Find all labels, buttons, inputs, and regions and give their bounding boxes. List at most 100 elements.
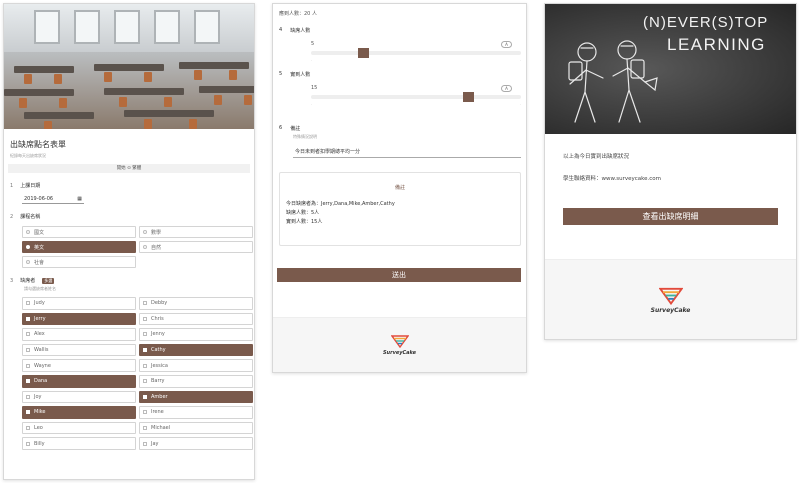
classroom-hero-image xyxy=(4,4,254,129)
calendar-icon[interactable]: ▦ xyxy=(77,196,82,202)
absent-count-track[interactable] xyxy=(311,51,521,55)
absentee-option[interactable]: Debby xyxy=(139,297,253,310)
absentee-option[interactable]: Jenny xyxy=(139,328,253,341)
absentee-option[interactable]: Billy xyxy=(22,437,136,450)
present-count-value: 15 xyxy=(311,85,318,91)
absentee-option[interactable]: Judy xyxy=(22,297,136,310)
course-option[interactable]: 社會 xyxy=(22,256,136,268)
checkbox-icon[interactable] xyxy=(143,348,147,353)
language-selector[interactable]: 開始 ⊙ 繁體 xyxy=(8,164,250,173)
absentee-option-label: Michael xyxy=(151,425,171,432)
checkbox-icon[interactable] xyxy=(143,316,147,321)
absentee-option-label: Alex xyxy=(34,331,45,338)
radio-icon[interactable] xyxy=(143,245,147,249)
remark-label: 備註 xyxy=(290,126,301,132)
absentee-option[interactable]: Irene xyxy=(139,406,253,419)
footer: SurveyCake xyxy=(545,259,796,339)
absentee-option[interactable]: Amber xyxy=(139,390,253,404)
checkbox-icon[interactable] xyxy=(143,441,147,446)
course-option-label: 數學 xyxy=(151,229,162,236)
checkbox-icon[interactable] xyxy=(26,348,30,353)
checkbox-icon[interactable] xyxy=(143,301,147,306)
course-options: 國文 數學英文 自然社會 xyxy=(22,226,253,268)
checkbox-icon[interactable] xyxy=(143,426,147,431)
course-option[interactable]: 國文 xyxy=(22,226,136,238)
result-message: 以上為今日實到出缺席狀況 xyxy=(563,154,630,160)
checkbox-icon[interactable] xyxy=(143,332,147,337)
course-option[interactable]: 自然 xyxy=(139,241,253,253)
absentee-option-label: Chris xyxy=(151,315,164,322)
absentee-option[interactable]: Jay xyxy=(139,437,253,450)
surveycake-logo-icon xyxy=(658,287,683,305)
course-option[interactable]: 英文 xyxy=(22,241,136,253)
checkbox-icon[interactable] xyxy=(26,332,30,337)
brand-name: SurveyCake xyxy=(382,350,417,356)
date-input[interactable]: 2019-06-06 ▦ xyxy=(22,195,84,204)
absentee-option-label: Jerry xyxy=(34,315,46,322)
present-count-bubble: A xyxy=(501,85,512,92)
course-option-label: 社會 xyxy=(34,259,45,266)
remark-question: 6 備註 xyxy=(279,125,301,132)
absent-count-value: 5 xyxy=(311,41,315,47)
absentee-option-label: Cathy xyxy=(151,347,166,354)
absentee-option[interactable]: Barry xyxy=(139,374,253,388)
checkbox-icon[interactable] xyxy=(26,316,30,321)
checkbox-icon[interactable] xyxy=(26,363,30,368)
brand-name: SurveyCake xyxy=(650,306,691,314)
checkbox-icon[interactable] xyxy=(143,410,147,415)
summary-present-count: 實到人數：15人 xyxy=(286,219,323,225)
course-option-label: 國文 xyxy=(34,229,45,236)
absentee-option[interactable]: Cathy xyxy=(139,343,253,357)
absentee-option[interactable]: Leo xyxy=(22,421,136,435)
radio-icon[interactable] xyxy=(26,260,30,264)
view-details-button[interactable]: 查看出缺席明細 xyxy=(563,208,778,225)
absent-count-thumb[interactable] xyxy=(358,48,369,58)
absentee-option[interactable]: Wayne xyxy=(22,359,136,372)
absentee-option-label: Barry xyxy=(151,378,165,385)
present-count-thumb[interactable] xyxy=(463,92,474,102)
checkbox-icon[interactable] xyxy=(26,426,30,431)
radio-icon[interactable] xyxy=(143,230,147,234)
absentee-option[interactable]: Jerry xyxy=(22,312,136,326)
absentee-option-label: Jenny xyxy=(151,331,165,338)
attendance-form-panel-2: 應到人數：20 人 4 缺席人數 5 A · · 5 實到人數 15 A · · 6 備註… xyxy=(272,3,527,373)
absentee-option[interactable]: Jessica xyxy=(139,359,253,372)
radio-icon[interactable] xyxy=(26,230,30,234)
absentee-option[interactable]: Mike xyxy=(22,406,136,419)
result-panel: (N)EVER(S)TOP LEARNING 以上為今日實到出缺席狀況 學生聯絡… xyxy=(544,3,797,340)
checkbox-icon[interactable] xyxy=(26,301,30,306)
checkbox-icon[interactable] xyxy=(143,394,147,399)
course-option-label: 英文 xyxy=(34,244,45,251)
absentee-options: Judy Debby Jerry Chris Alex Jenny Wallis Cathy W… xyxy=(22,297,253,450)
absentee-option-label: Joy xyxy=(34,393,42,400)
absentee-option-label: Jessica xyxy=(151,362,168,369)
absentee-option[interactable]: Joy xyxy=(22,390,136,404)
present-count-track[interactable] xyxy=(311,95,521,99)
absentee-option-label: Amber xyxy=(151,393,168,400)
absentee-option[interactable]: Michael xyxy=(139,421,253,435)
question-date-label: 上課日期 xyxy=(20,183,41,189)
absentee-option-label: Debby xyxy=(151,300,168,307)
absentee-option-label: Jay xyxy=(151,440,159,447)
question-course: 2 課程名稱 xyxy=(10,213,41,221)
remark-input[interactable]: 今日未到者扣學期總平均一分 xyxy=(293,148,521,158)
absentee-option[interactable]: Chris xyxy=(139,312,253,326)
checkbox-icon[interactable] xyxy=(26,394,30,399)
submit-button[interactable]: 送出 xyxy=(277,268,521,282)
absentee-option-label: Billy xyxy=(34,440,45,447)
absentee-option-label: Irene xyxy=(151,409,164,416)
checkbox-icon[interactable] xyxy=(26,441,30,446)
checkbox-icon[interactable] xyxy=(143,363,147,368)
absent-count-bubble: A xyxy=(501,41,512,48)
checkbox-icon[interactable] xyxy=(26,410,30,415)
absentee-option-label: Leo xyxy=(34,425,43,432)
checkbox-icon[interactable] xyxy=(143,379,147,384)
absentee-option[interactable]: Alex xyxy=(22,328,136,341)
course-option[interactable]: 數學 xyxy=(139,226,253,238)
absentee-option[interactable]: Wallis xyxy=(22,343,136,357)
form-subtitle: 紀錄每天出缺席狀況 xyxy=(10,153,46,158)
absentee-option[interactable]: Dana xyxy=(22,374,136,388)
contact-info: 學生聯絡資料：www.surveycake.com xyxy=(563,176,662,182)
checkbox-icon[interactable] xyxy=(26,379,30,384)
radio-icon[interactable] xyxy=(26,245,30,249)
